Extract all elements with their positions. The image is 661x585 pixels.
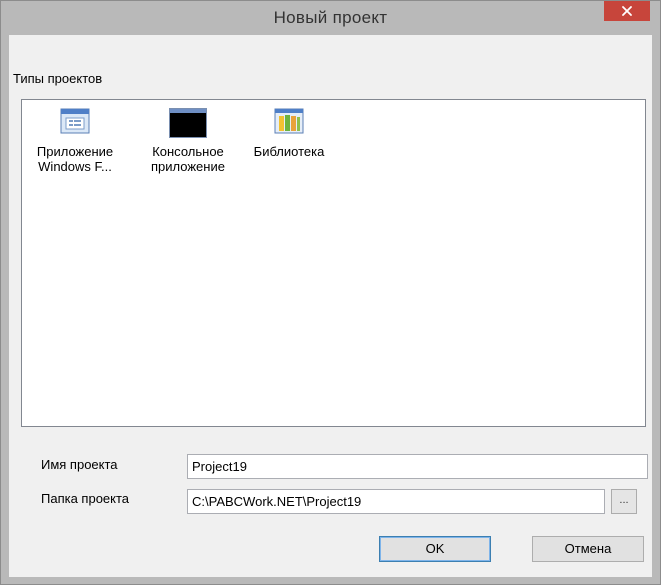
project-folder-label: Папка проекта xyxy=(41,491,130,506)
project-type-label: Библиотека xyxy=(253,144,325,159)
title-bar[interactable]: Новый проект xyxy=(1,1,660,35)
ok-button[interactable]: OK xyxy=(379,536,491,562)
project-name-label: Имя проекта xyxy=(41,457,118,472)
close-button[interactable] xyxy=(604,1,650,21)
project-types-label: Типы проектов xyxy=(13,71,103,86)
project-type-library[interactable]: Библиотека xyxy=(241,108,337,159)
project-types-list[interactable]: Приложение Windows F... Консольное прило… xyxy=(21,99,646,427)
windows-forms-icon xyxy=(60,108,90,134)
project-type-console[interactable]: Консольное приложение xyxy=(140,108,236,174)
dialog-body: Типы проектов Приложение Windows F... Ко… xyxy=(9,35,652,577)
browse-folder-button[interactable]: ... xyxy=(611,489,637,514)
cancel-button[interactable]: Отмена xyxy=(532,536,644,562)
project-type-label: Приложение Windows F... xyxy=(36,144,114,174)
project-type-label: Консольное приложение xyxy=(151,144,225,174)
project-folder-input[interactable]: C:\PABCWork.NET\Project19 xyxy=(187,489,605,514)
new-project-dialog: Новый проект Типы проектов Приложение Wi… xyxy=(0,0,661,585)
window-title: Новый проект xyxy=(273,8,388,27)
project-name-input[interactable]: Project19 xyxy=(187,454,648,479)
library-icon xyxy=(274,108,304,134)
project-type-windows-forms[interactable]: Приложение Windows F... xyxy=(27,108,123,174)
close-icon xyxy=(622,6,632,16)
console-icon xyxy=(169,108,207,138)
